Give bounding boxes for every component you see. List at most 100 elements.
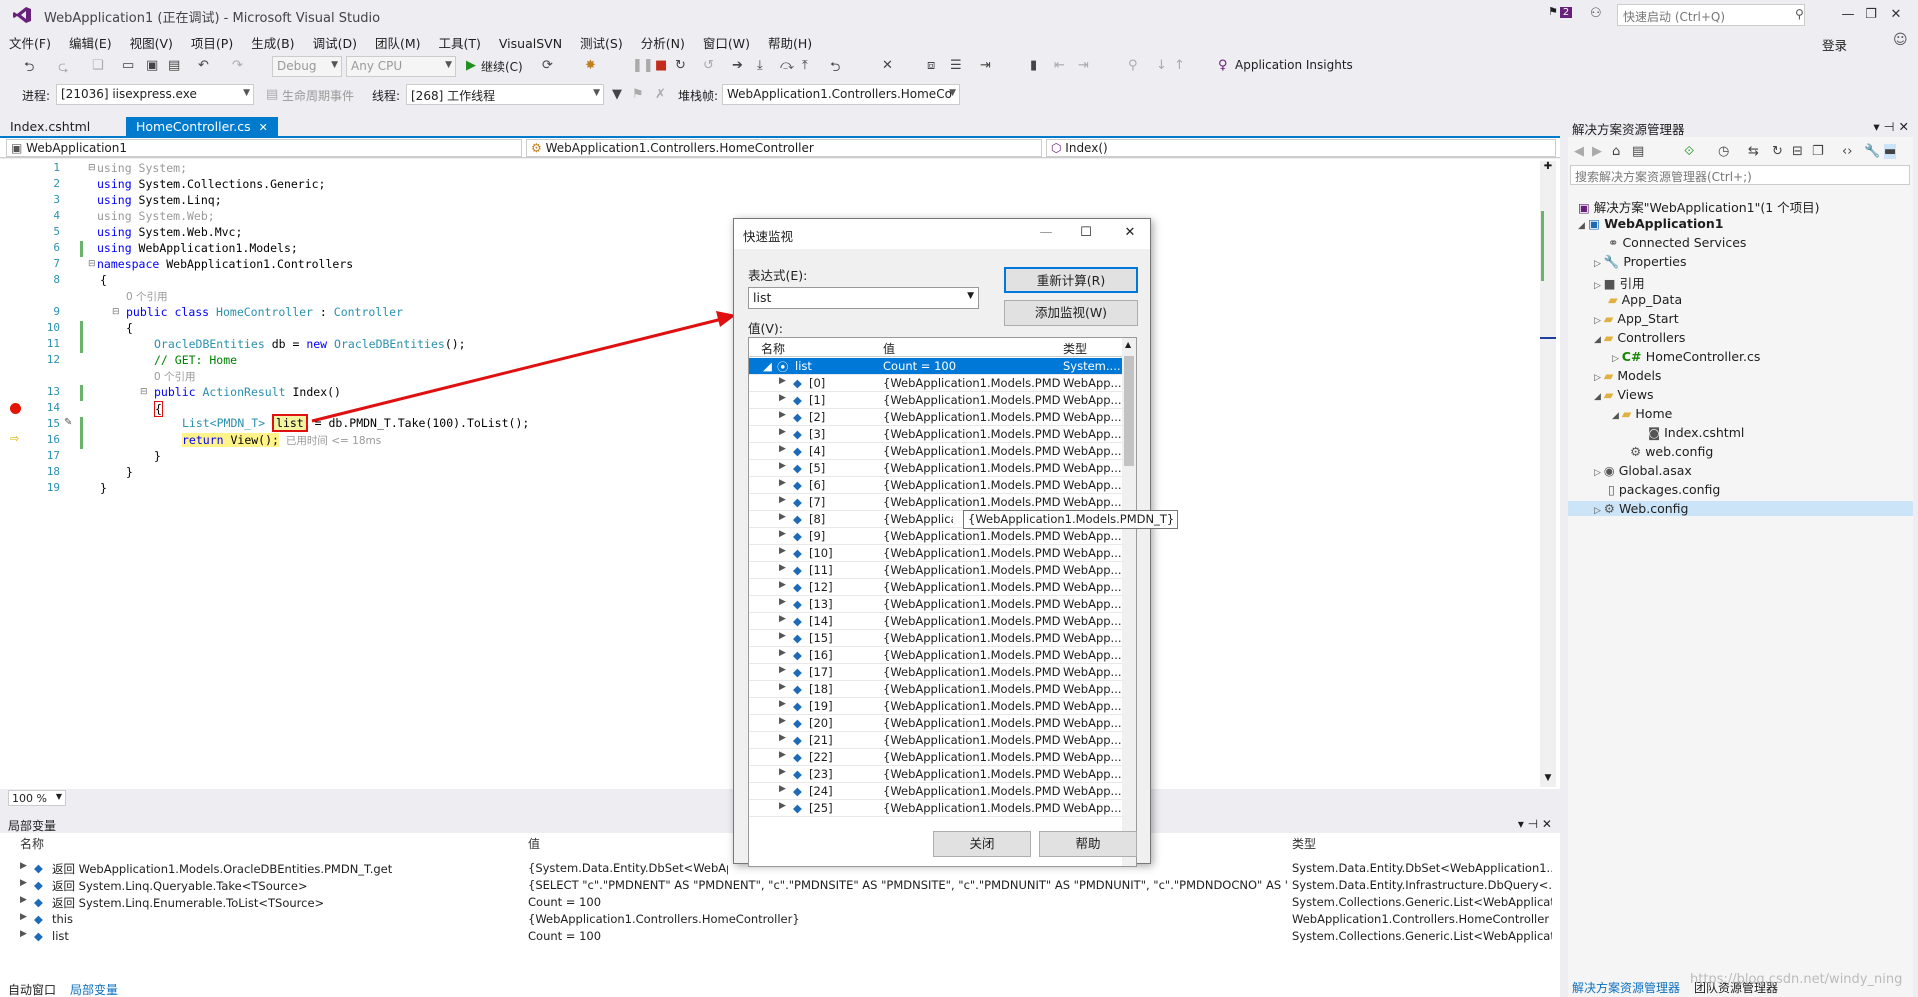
thread-dropdown[interactable]: [268] 工作线程 ▼ (406, 84, 604, 105)
expand-icon[interactable]: ▶ (779, 495, 786, 505)
collapsed-icon[interactable]: ▷ (1594, 259, 1604, 269)
menu-build[interactable]: 生成(B) (242, 30, 303, 52)
grid-row[interactable]: ▶ ◆ [16] {WebApplication1.Models.PMD... WebA… (749, 647, 1122, 664)
step-into-icon[interactable]: ⤓ (757, 58, 763, 73)
expand-icon[interactable]: ▶ (20, 861, 27, 871)
tree-web-config[interactable]: ▷ ⚙ Web.config (1568, 501, 1913, 516)
expand-icon[interactable]: ▶ (779, 597, 786, 607)
step-back-icon[interactable]: ⮌ (830, 58, 840, 80)
menu-debug[interactable]: 调试(D) (304, 30, 366, 52)
threads-icon[interactable]: ⧈ (927, 58, 935, 73)
grid-row[interactable]: ▶ ◆ [5] {WebApplication1.Models.PMD... WebAp… (749, 460, 1122, 477)
expand-icon[interactable]: ▶ (779, 563, 786, 573)
tree-index-cshtml[interactable]: ◙ Index.cshtml (1648, 425, 1744, 440)
sync-icon[interactable]: ⇆ (1748, 144, 1759, 159)
prev-bookmark-icon[interactable]: ⇤ (1054, 58, 1065, 73)
scroll-down-icon[interactable]: ▼ (1540, 773, 1556, 783)
hide-external-icon[interactable]: ✗ (655, 87, 666, 102)
tree-app-data[interactable]: ▰ App_Data (1608, 292, 1682, 307)
forward-icon[interactable]: ⮎ (58, 58, 68, 80)
expand-icon[interactable]: ▶ (20, 912, 27, 922)
tree-models[interactable]: ▷ ▰ Models (1594, 368, 1661, 383)
locals-col-type[interactable]: 类型 (1292, 835, 1316, 852)
process-dropdown[interactable]: [21036] iisexpress.exe ▼ (56, 84, 254, 105)
preview-icon[interactable]: ▬ (1884, 144, 1897, 159)
help-button[interactable]: 帮助 (1039, 831, 1137, 857)
grid-row-root[interactable]: ◢ ⦿ list Count = 100 System.... (749, 358, 1122, 375)
arrow-down-icon[interactable]: ↓ (1156, 58, 1167, 73)
indent-icon[interactable]: ⇥ (980, 58, 991, 73)
grid-row[interactable]: ▶ ◆ [20] {WebApplication1.Models.PMD... WebA… (749, 715, 1122, 732)
grid-row[interactable]: ▶ ◆ [11] {WebApplication1.Models.PMD... WebA… (749, 562, 1122, 579)
expand-icon[interactable]: ▶ (779, 767, 786, 777)
scroll-up-icon[interactable]: ▲ (1125, 340, 1131, 349)
menu-visualsvn[interactable]: VisualSVN (490, 33, 571, 51)
menu-tools[interactable]: 工具(T) (430, 30, 490, 52)
grid-col-type[interactable]: 类型 (1063, 340, 1087, 357)
collapsed-icon[interactable]: ▷ (1594, 316, 1604, 326)
back-icon[interactable]: ⮌ (24, 58, 34, 80)
tree-properties[interactable]: ▷ 🔧 Properties (1594, 254, 1687, 270)
platform-dropdown[interactable]: Any CPU ▼ (346, 56, 456, 77)
hot-reload-icon[interactable]: ↺ (703, 58, 714, 73)
save-all-icon[interactable]: ▤ (168, 58, 180, 73)
account-icon[interactable]: ☺ (1893, 32, 1908, 48)
menu-file[interactable]: 文件(F) (0, 30, 60, 52)
open-file-icon[interactable]: ▭ (122, 58, 134, 73)
tree-views[interactable]: ◢ ▰ Views (1594, 387, 1654, 402)
expand-icon[interactable]: ▶ (779, 461, 786, 471)
grid-vertical-scrollbar[interactable]: ▲ (1122, 338, 1136, 866)
close-window-button[interactable]: ✕ (1878, 4, 1914, 26)
show-next-statement-icon[interactable]: ➔ (732, 58, 743, 73)
history-icon[interactable]: ◷ (1718, 144, 1729, 159)
properties-wrench-icon[interactable]: 🔧 (1864, 144, 1880, 159)
add-watch-button[interactable]: 添加监视(W) (1004, 300, 1138, 326)
panel-controls-icon[interactable]: ▾ ⊣ ✕ (1873, 119, 1909, 134)
project-dropdown[interactable]: ▣ WebApplication1 (6, 139, 522, 157)
switch-views-icon[interactable]: ▤ (1632, 144, 1644, 159)
grid-row[interactable]: ▶ ◆ [0] {WebApplication1.Models.PMD... WebAp… (749, 375, 1122, 392)
dialog-close-button[interactable]: ✕ (1116, 225, 1144, 243)
expand-icon[interactable]: ▶ (779, 699, 786, 709)
locals-row[interactable]: ▶ ◆ 返回 System.Linq.Enumerable.ToList<TSour… (0, 895, 1560, 912)
solution-search-input[interactable]: 搜索解决方案资源管理器(Ctrl+;) (1570, 165, 1910, 185)
grid-row[interactable]: ▶ ◆ [15] {WebApplication1.Models.PMD... WebA… (749, 630, 1122, 647)
refresh-icon[interactable]: ⟳ (542, 58, 553, 73)
tab-autos[interactable]: 自动窗口 (8, 981, 56, 997)
browser-link-icon[interactable]: ✸ (585, 58, 596, 73)
locals-row[interactable]: ▶ ◆ this {WebApplication1.Controllers.HomeC… (0, 912, 1560, 929)
grid-row[interactable]: ▶ ◆ [3] {WebApplication1.Models.PMD... WebAp… (749, 426, 1122, 443)
expand-icon[interactable]: ▶ (779, 529, 786, 539)
locals-col-value[interactable]: 值 (528, 835, 540, 852)
notification-button[interactable]: ⚑ 2 (1548, 5, 1578, 25)
grid-row[interactable]: ▶ ◆ [21] {WebApplication1.Models.PMD... WebA… (749, 732, 1122, 749)
expand-icon[interactable]: ▶ (779, 580, 786, 590)
class-dropdown[interactable]: ⚙ WebApplication1.Controllers.HomeContro… (526, 139, 1042, 157)
grid-row[interactable]: ▶ ◆ [4] {WebApplication1.Models.PMD... WebAp… (749, 443, 1122, 460)
grid-row[interactable]: ▶ ◆ [13] {WebApplication1.Models.PMD... WebA… (749, 596, 1122, 613)
pending-changes-icon[interactable]: ⟐ (1684, 144, 1694, 159)
tab-index-cshtml[interactable]: Index.cshtml (0, 117, 100, 137)
expanded-icon[interactable]: ◢ (1594, 335, 1604, 345)
grid-row[interactable]: ▶ ◆ [23] {WebApplication1.Models.PMD... WebA… (749, 766, 1122, 783)
application-insights-button[interactable]: Application Insights (1235, 58, 1353, 72)
home-icon[interactable]: ⌂ (1612, 144, 1620, 159)
close-icon[interactable]: ✕ (259, 121, 268, 134)
tree-app-start[interactable]: ▷ ▰ App_Start (1594, 311, 1679, 326)
expand-icon[interactable]: ▶ (779, 648, 786, 658)
sign-in-link[interactable]: 登录 (1822, 35, 1847, 54)
expand-icon[interactable]: ▶ (779, 716, 786, 726)
locals-row[interactable]: ▶ ◆ 返回 System.Linq.Queryable.Take<TSource>… (0, 878, 1560, 895)
collapsed-icon[interactable]: ▷ (1594, 468, 1604, 478)
tab-solution-explorer[interactable]: 解决方案资源管理器 (1572, 979, 1680, 996)
recalculate-button[interactable]: 重新计算(R) (1004, 267, 1138, 293)
code-icon[interactable]: ‹› (1842, 144, 1852, 159)
restart-icon[interactable]: ↻ (675, 58, 686, 73)
stop-icon[interactable]: ■ (655, 58, 667, 73)
back-icon[interactable]: ◀ (1574, 144, 1584, 159)
menu-window[interactable]: 窗口(W) (694, 30, 759, 52)
grid-row[interactable]: ▶ ◆ [18] {WebApplication1.Models.PMD... WebA… (749, 681, 1122, 698)
expand-icon[interactable]: ▶ (779, 444, 786, 454)
expand-icon[interactable]: ▶ (779, 631, 786, 641)
dialog-maximize-button[interactable]: ☐ (1072, 225, 1100, 243)
